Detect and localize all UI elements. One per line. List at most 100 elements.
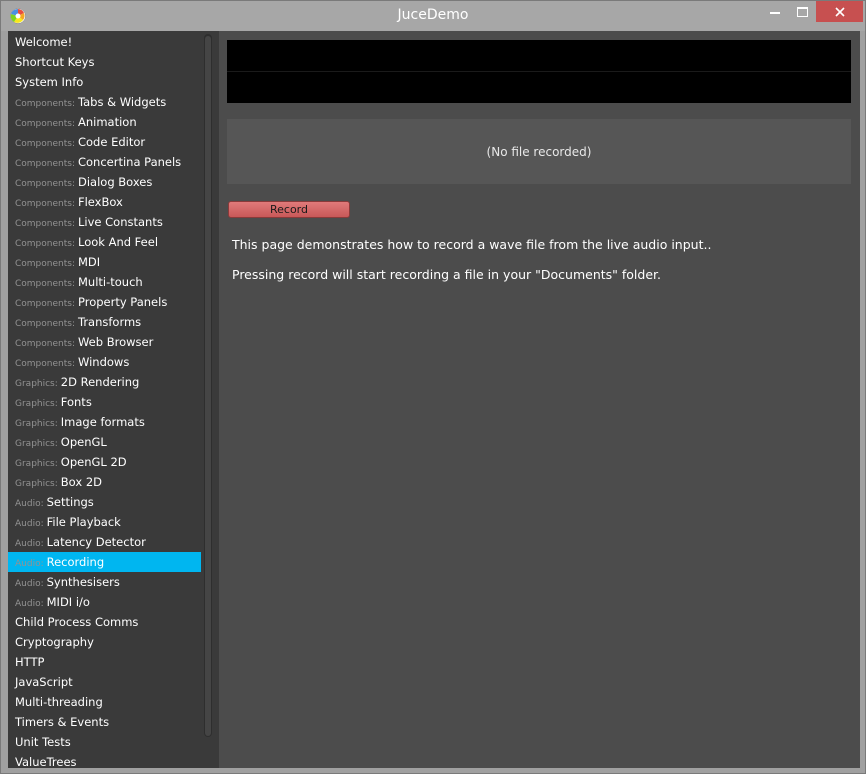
sidebar-item-image-formats[interactable]: Graphics: Image formats [8, 412, 201, 432]
sidebar-item-category: Components: [15, 99, 75, 109]
sidebar-item-category: Audio: [15, 499, 44, 509]
sidebar-item-label: Fonts [60, 395, 92, 409]
sidebar-item-windows[interactable]: Components: Windows [8, 352, 201, 372]
sidebar-item-child-process-comms[interactable]: Child Process Comms [8, 612, 201, 632]
sidebar-item-unit-tests[interactable]: Unit Tests [8, 732, 201, 752]
sidebar-item-opengl[interactable]: Graphics: OpenGL [8, 432, 201, 452]
sidebar-item-tabs-widgets[interactable]: Components: Tabs & Widgets [8, 92, 201, 112]
sidebar-item-multi-touch[interactable]: Components: Multi-touch [8, 272, 201, 292]
minimize-button[interactable] [761, 1, 789, 22]
sidebar-item-category: Audio: [15, 559, 44, 569]
sidebar-item-animation[interactable]: Components: Animation [8, 112, 201, 132]
sidebar-item-concertina-panels[interactable]: Components: Concertina Panels [8, 152, 201, 172]
sidebar-item-opengl-2d[interactable]: Graphics: OpenGL 2D [8, 452, 201, 472]
sidebar-item-label: Transforms [77, 315, 142, 329]
close-icon [834, 6, 845, 17]
sidebar-item-label: System Info [15, 75, 84, 89]
sidebar-item-shortcut-keys[interactable]: Shortcut Keys [8, 52, 201, 72]
sidebar-item-javascript[interactable]: JavaScript [8, 672, 201, 692]
sidebar-item-synthesisers[interactable]: Audio: Synthesisers [8, 572, 201, 592]
sidebar-item-dialog-boxes[interactable]: Components: Dialog Boxes [8, 172, 201, 192]
sidebar-item-code-editor[interactable]: Components: Code Editor [8, 132, 201, 152]
sidebar-item-flexbox[interactable]: Components: FlexBox [8, 192, 201, 212]
sidebar-item-mdi[interactable]: Components: MDI [8, 252, 201, 272]
app-window: JuceDemo Welcome! Shortcut Keys System Inf… [0, 0, 866, 774]
sidebar-item-label: ValueTrees [15, 755, 77, 768]
title-bar[interactable]: JuceDemo [1, 1, 865, 31]
record-button[interactable]: Record [228, 201, 350, 218]
sidebar-item-web-browser[interactable]: Components: Web Browser [8, 332, 201, 352]
sidebar-item-label: OpenGL [60, 435, 107, 449]
sidebar-item-property-panels[interactable]: Components: Property Panels [8, 292, 201, 312]
sidebar-item-category: Components: [15, 339, 75, 349]
description-line-2: Pressing record will start recording a f… [232, 267, 661, 282]
sidebar-item-midi-i-o[interactable]: Audio: MIDI i/o [8, 592, 201, 612]
sidebar-item-label: Code Editor [77, 135, 146, 149]
sidebar-item-label: MIDI i/o [46, 595, 90, 609]
sidebar-item-category: Graphics: [15, 479, 58, 489]
live-waveform-display [227, 40, 851, 103]
sidebar-item-welcome[interactable]: Welcome! [8, 32, 201, 52]
sidebar-item-category: Audio: [15, 599, 44, 609]
sidebar-item-http[interactable]: HTTP [8, 652, 201, 672]
sidebar-item-transforms[interactable]: Components: Transforms [8, 312, 201, 332]
sidebar-scrollbar-thumb[interactable] [205, 36, 211, 736]
sidebar-item-label: Dialog Boxes [77, 175, 153, 189]
sidebar-item-label: MDI [77, 255, 101, 269]
maximize-button[interactable] [789, 1, 816, 22]
sidebar-item-label: Concertina Panels [77, 155, 182, 169]
sidebar-item-label: Windows [77, 355, 130, 369]
sidebar-item-category: Components: [15, 139, 75, 149]
sidebar-item-label: Multi-threading [15, 695, 103, 709]
sidebar-item-category: Graphics: [15, 439, 58, 449]
sidebar-item-label: HTTP [15, 655, 45, 669]
recording-demo-panel: (No file recorded) Record This page demo… [219, 31, 860, 768]
sidebar-item-timers-events[interactable]: Timers & Events [8, 712, 201, 732]
sidebar-scrollbar[interactable] [204, 34, 212, 737]
sidebar-item-latency-detector[interactable]: Audio: Latency Detector [8, 532, 201, 552]
waveform-centerline [227, 71, 851, 72]
sidebar-item-label: FlexBox [77, 195, 123, 209]
sidebar-item-label: Box 2D [60, 475, 102, 489]
close-button[interactable] [816, 1, 863, 22]
sidebar-item-label: Settings [46, 495, 94, 509]
sidebar-item-category: Graphics: [15, 459, 58, 469]
sidebar-item-category: Audio: [15, 579, 44, 589]
sidebar-item-look-and-feel[interactable]: Components: Look And Feel [8, 232, 201, 252]
sidebar-item-category: Components: [15, 299, 75, 309]
sidebar-item-label: Multi-touch [77, 275, 143, 289]
sidebar-item-multi-threading[interactable]: Multi-threading [8, 692, 201, 712]
sidebar-item-settings[interactable]: Audio: Settings [8, 492, 201, 512]
sidebar-item-label: Latency Detector [46, 535, 146, 549]
sidebar-item-2d-rendering[interactable]: Graphics: 2D Rendering [8, 372, 201, 392]
sidebar-item-recording[interactable]: Audio: Recording [8, 552, 201, 572]
sidebar-item-label: Recording [46, 555, 105, 569]
sidebar-item-category: Components: [15, 359, 75, 369]
sidebar-item-system-info[interactable]: System Info [8, 72, 201, 92]
sidebar-item-cryptography[interactable]: Cryptography [8, 632, 201, 652]
sidebar-item-valuetrees[interactable]: ValueTrees [8, 752, 201, 768]
sidebar-item-category: Components: [15, 179, 75, 189]
sidebar-item-label: 2D Rendering [60, 375, 140, 389]
description-line-1: This page demonstrates how to record a w… [232, 237, 712, 252]
sidebar-item-category: Components: [15, 199, 75, 209]
sidebar-item-box-2d[interactable]: Graphics: Box 2D [8, 472, 201, 492]
client-area: Welcome! Shortcut Keys System Info Componen… [8, 31, 860, 768]
sidebar-item-label: Image formats [60, 415, 145, 429]
sidebar-item-fonts[interactable]: Graphics: Fonts [8, 392, 201, 412]
sidebar-item-category: Components: [15, 319, 75, 329]
sidebar-item-label: JavaScript [15, 675, 73, 689]
sidebar-item-label: Timers & Events [15, 715, 110, 729]
sidebar-item-category: Audio: [15, 539, 44, 549]
sidebar-item-label: Synthesisers [46, 575, 120, 589]
window-title: JuceDemo [397, 7, 469, 23]
sidebar-item-label: Child Process Comms [15, 615, 139, 629]
recorded-file-thumbnail: (No file recorded) [227, 119, 851, 184]
sidebar-item-file-playback[interactable]: Audio: File Playback [8, 512, 201, 532]
sidebar-item-label: Shortcut Keys [15, 55, 95, 69]
sidebar-item-live-constants[interactable]: Components: Live Constants [8, 212, 201, 232]
sidebar-item-category: Components: [15, 219, 75, 229]
sidebar-item-label: OpenGL 2D [60, 455, 127, 469]
demo-list[interactable]: Welcome! Shortcut Keys System Info Componen… [8, 32, 201, 768]
sidebar-item-category: Graphics: [15, 399, 58, 409]
